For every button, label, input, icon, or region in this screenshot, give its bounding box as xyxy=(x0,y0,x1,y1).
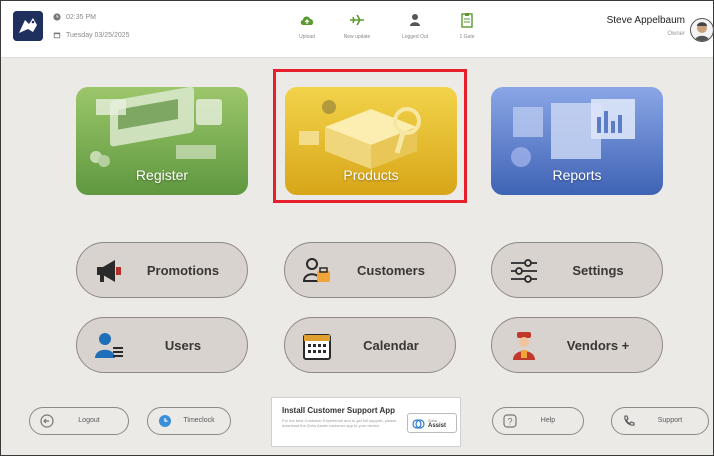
timeclock-label: Timeclock xyxy=(183,417,215,424)
status-new-update-label: New update xyxy=(343,34,371,40)
settings-button[interactable]: Settings xyxy=(491,242,663,298)
status-gate[interactable]: 1 Gate xyxy=(447,12,487,40)
support-button[interactable]: Support xyxy=(611,407,709,435)
date-row: Tuesday 03/25/2025 xyxy=(53,31,130,39)
promo-title: Install Customer Support App xyxy=(282,406,396,415)
logout-button[interactable]: Logout xyxy=(29,407,129,435)
airplane-icon xyxy=(350,14,364,26)
svg-text:?: ? xyxy=(507,417,512,427)
avatar-face-icon xyxy=(695,22,709,41)
reports-label: Reports xyxy=(552,167,602,183)
promotions-label: Promotions xyxy=(146,263,220,278)
megaphone-icon xyxy=(97,260,121,282)
help-label: Help xyxy=(540,417,556,424)
users-label: Users xyxy=(164,338,202,353)
customers-icon xyxy=(302,258,330,282)
help-icon: ? xyxy=(503,414,517,428)
app-window: 02:35 PM Tuesday 03/25/2025 Upload New u… xyxy=(0,0,714,456)
calendar-button[interactable]: Calendar xyxy=(284,317,456,373)
current-date: Tuesday 03/25/2025 xyxy=(66,31,130,39)
settings-label: Settings xyxy=(572,263,624,278)
register-tile[interactable]: Register xyxy=(76,87,248,195)
vendors-label: Vendors + xyxy=(566,338,630,353)
status-logged-out[interactable]: Logged Out xyxy=(395,12,435,40)
support-label: Support xyxy=(657,417,683,424)
logout-icon xyxy=(40,414,54,428)
vendors-button[interactable]: Vendors + xyxy=(491,317,663,373)
user-role: Owner xyxy=(667,31,685,37)
logout-label: Logout xyxy=(78,417,100,424)
status-upload-label: Upload xyxy=(299,34,315,40)
calendar-small-icon xyxy=(53,32,61,39)
sliders-icon xyxy=(511,259,537,283)
user-list-icon xyxy=(95,333,123,358)
reports-tile[interactable]: Reports xyxy=(491,87,663,195)
help-button[interactable]: ? Help xyxy=(492,407,584,435)
timeclock-icon xyxy=(159,415,171,427)
vendor-icon xyxy=(513,332,535,360)
app-logo xyxy=(13,11,43,41)
promotions-button[interactable]: Promotions xyxy=(76,242,248,298)
badge-big-text: Assist xyxy=(428,423,447,429)
zoho-assist-icon xyxy=(412,419,425,429)
avatar[interactable] xyxy=(690,18,714,42)
current-time: 02:35 PM xyxy=(66,13,96,21)
customers-label: Customers xyxy=(357,263,425,278)
status-logged-out-label: Logged Out xyxy=(401,34,429,40)
customers-button[interactable]: Customers xyxy=(284,242,456,298)
top-bar: 02:35 PM Tuesday 03/25/2025 Upload New u… xyxy=(1,1,714,58)
user-icon xyxy=(410,14,420,26)
cloud-upload-icon xyxy=(300,16,314,25)
status-gate-label: 1 Gate xyxy=(459,34,475,40)
timeclock-button[interactable]: Timeclock xyxy=(147,407,231,435)
calendar-icon xyxy=(303,334,331,360)
clipboard-icon xyxy=(461,13,473,28)
phone-icon xyxy=(624,415,635,426)
register-label: Register xyxy=(135,167,189,183)
status-upload[interactable]: Upload xyxy=(287,12,327,40)
clock-row: 02:35 PM xyxy=(53,13,96,21)
products-highlight-box xyxy=(273,69,467,203)
zoho-assist-badge[interactable]: Zoho Assist xyxy=(407,413,457,433)
users-button[interactable]: Users xyxy=(76,317,248,373)
calendar-label: Calendar xyxy=(363,338,419,353)
clock-icon xyxy=(53,13,61,21)
status-new-update[interactable]: New update xyxy=(337,12,377,40)
promo-body: For the best Customer Experience and to … xyxy=(282,418,397,428)
user-name[interactable]: Steve Appelbaum xyxy=(561,15,685,26)
support-app-promo[interactable]: Install Customer Support App For the bes… xyxy=(271,397,461,447)
